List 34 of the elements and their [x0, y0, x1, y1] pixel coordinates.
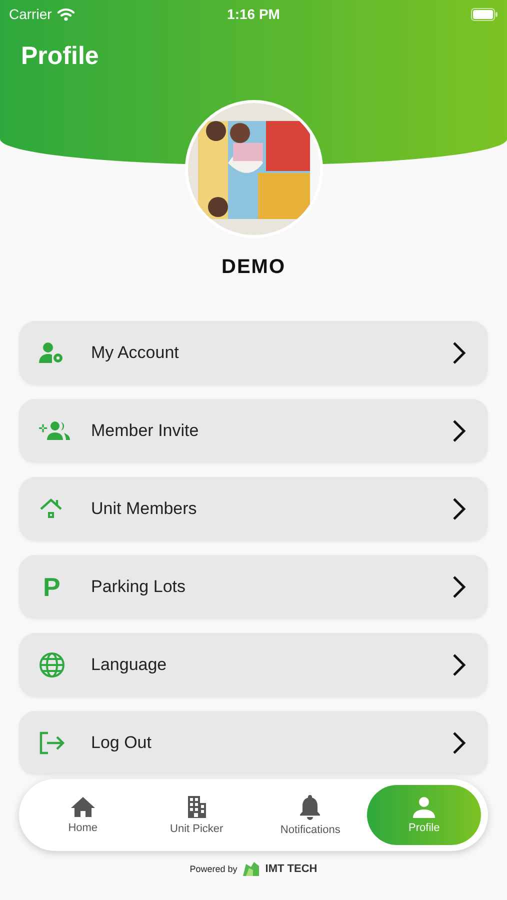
person-icon [413, 796, 436, 818]
brand-name: IMT TECH [265, 863, 318, 875]
wifi-icon [56, 8, 75, 20]
chevron-right-icon [452, 653, 466, 677]
powered-by-label: Powered by [190, 864, 238, 874]
chevron-right-icon [452, 497, 466, 521]
battery-icon [471, 8, 498, 20]
status-time: 1:16 PM [226, 6, 281, 22]
page-title: Profile [21, 42, 99, 71]
user-gear-icon [39, 342, 65, 364]
menu-item[interactable]: Language [19, 633, 488, 697]
nav-tab[interactable]: Unit Picker [140, 785, 254, 845]
building-icon [186, 795, 208, 819]
parking-icon: P [43, 572, 60, 602]
chevron-right-icon [452, 419, 466, 443]
logo-icon [242, 861, 260, 877]
profile-name: DEMO [222, 256, 286, 279]
nav-tab[interactable]: Home [26, 785, 140, 845]
home-icon [70, 796, 95, 818]
nav-tab[interactable]: Notifications [254, 785, 368, 845]
globe-icon [39, 652, 65, 678]
add-group-icon [39, 421, 71, 441]
chevron-right-icon [452, 341, 466, 365]
chevron-right-icon [452, 731, 466, 755]
menu-item[interactable]: Member Invite [19, 399, 488, 463]
menu-item[interactable]: Log Out [19, 711, 488, 775]
menu-item[interactable]: Unit Members [19, 477, 488, 541]
house-icon [39, 498, 63, 520]
menu-item[interactable]: My Account [19, 321, 488, 385]
menu-item[interactable]: P Parking Lots [19, 555, 488, 619]
bell-icon [299, 794, 322, 820]
logout-icon [39, 731, 65, 755]
carrier-label: Carrier [9, 6, 52, 22]
chevron-right-icon [452, 575, 466, 599]
